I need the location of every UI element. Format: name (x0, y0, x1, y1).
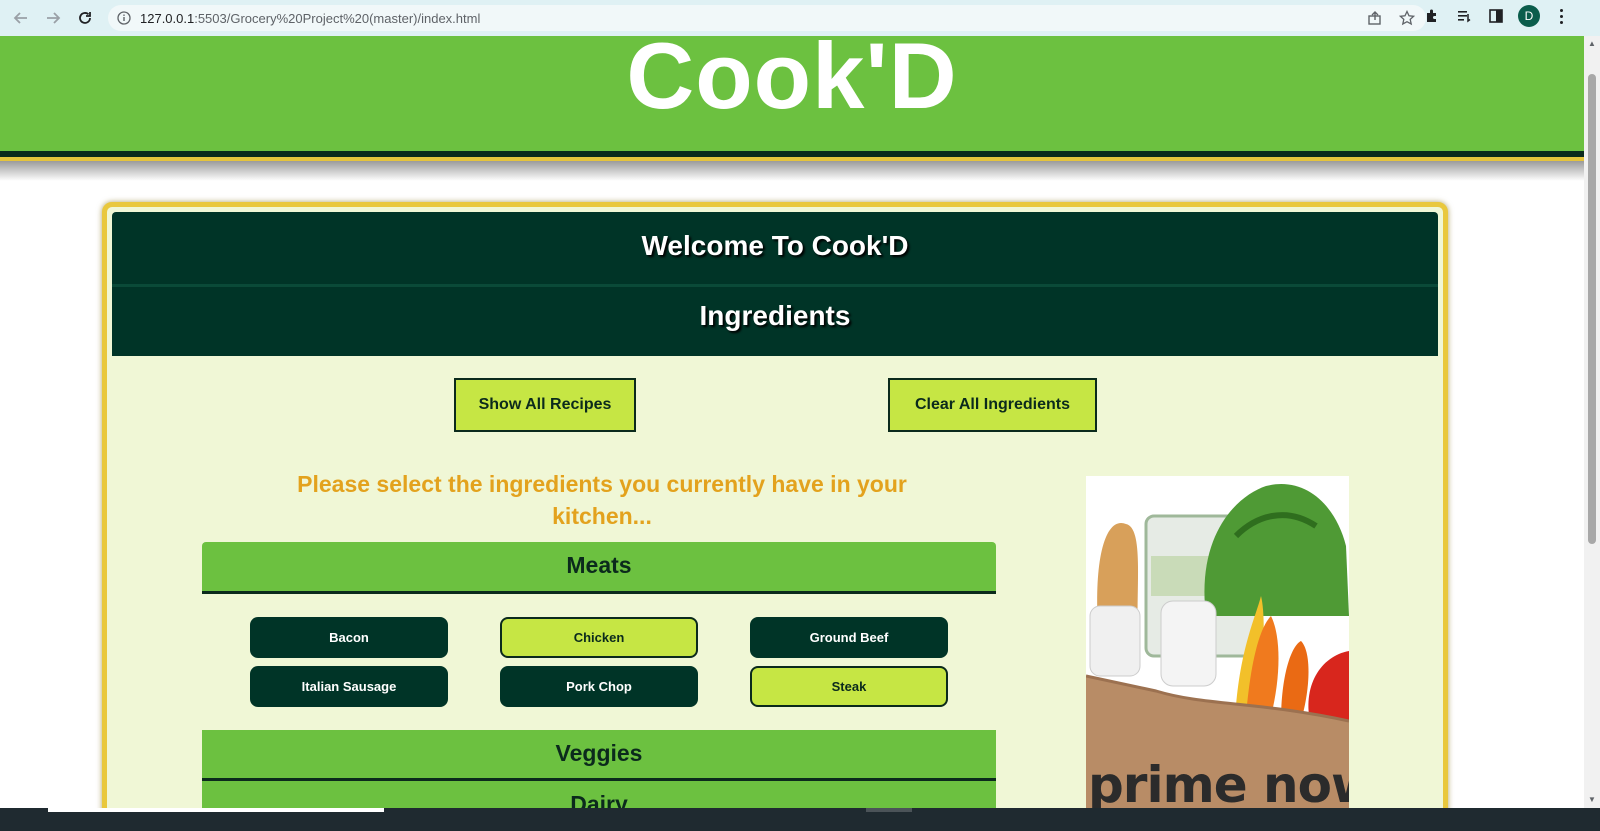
ad-caption: prime now (1088, 756, 1349, 808)
ingredient-chicken-button[interactable]: Chicken (500, 617, 698, 658)
taskbar-item[interactable] (866, 808, 912, 812)
forward-icon[interactable] (40, 5, 66, 31)
section-meats-header[interactable]: Meats (202, 542, 996, 594)
back-icon[interactable] (8, 5, 34, 31)
profile-avatar[interactable]: D (1518, 5, 1540, 27)
card-header: Welcome To Cook'D Ingredients (112, 212, 1438, 356)
card-header-divider (112, 284, 1438, 287)
section-veggies-header[interactable]: Veggies (202, 730, 996, 781)
show-all-recipes-button[interactable]: Show All Recipes (454, 378, 636, 432)
extensions-icon[interactable] (1422, 6, 1442, 26)
ingredient-steak-button[interactable]: Steak (750, 666, 948, 707)
scroll-down-icon[interactable]: ▼ (1588, 796, 1596, 804)
page-scrollbar[interactable]: ▲ ▼ (1584, 36, 1600, 808)
select-ingredients-prompt: Please select the ingredients you curren… (297, 471, 907, 529)
url-path: :5503/Grocery%20Project%20(master)/index… (194, 10, 481, 26)
page-viewport: Cook'D Welcome To Cook'D Ingredients Sho… (0, 36, 1584, 808)
url-host: 127.0.0.1 (140, 10, 195, 26)
os-taskbar (0, 808, 1600, 831)
browser-toolbar: 127.0.0.1:5503/Grocery%20Project%20(mast… (0, 0, 1600, 36)
site-logo[interactable]: Cook'D (0, 36, 1584, 130)
ingredients-heading: Ingredients (699, 300, 851, 331)
ingredient-italian-sausage-button[interactable]: Italian Sausage (250, 666, 448, 707)
url-text: 127.0.0.1:5503/Grocery%20Project%20(mast… (140, 11, 480, 26)
share-icon[interactable] (1366, 9, 1384, 27)
taskbar-item-active[interactable] (48, 808, 384, 812)
menu-icon[interactable] (1552, 6, 1570, 26)
reload-icon[interactable] (72, 5, 98, 31)
info-icon[interactable] (116, 10, 132, 26)
ingredients-card: Welcome To Cook'D Ingredients Show All R… (102, 202, 1448, 808)
address-bar[interactable]: 127.0.0.1:5503/Grocery%20Project%20(mast… (108, 5, 1426, 31)
ingredient-bacon-button[interactable]: Bacon (250, 617, 448, 658)
ingredient-ground-beef-button[interactable]: Ground Beef (750, 617, 948, 658)
star-icon[interactable] (1398, 9, 1416, 27)
reading-list-icon[interactable] (1454, 6, 1474, 26)
ingredient-pork-chop-button[interactable]: Pork Chop (500, 666, 698, 707)
header-shadow (0, 161, 1584, 181)
scrollbar-thumb[interactable] (1588, 74, 1596, 544)
site-header: Cook'D (0, 36, 1584, 151)
side-panel-icon[interactable] (1486, 6, 1506, 26)
clear-all-ingredients-button[interactable]: Clear All Ingredients (888, 378, 1097, 432)
section-dairy-header[interactable]: Dairy (202, 781, 996, 808)
grocery-ad-image[interactable]: prime now (1086, 476, 1349, 808)
scroll-up-icon[interactable]: ▲ (1588, 40, 1596, 48)
welcome-heading: Welcome To Cook'D (641, 230, 909, 261)
